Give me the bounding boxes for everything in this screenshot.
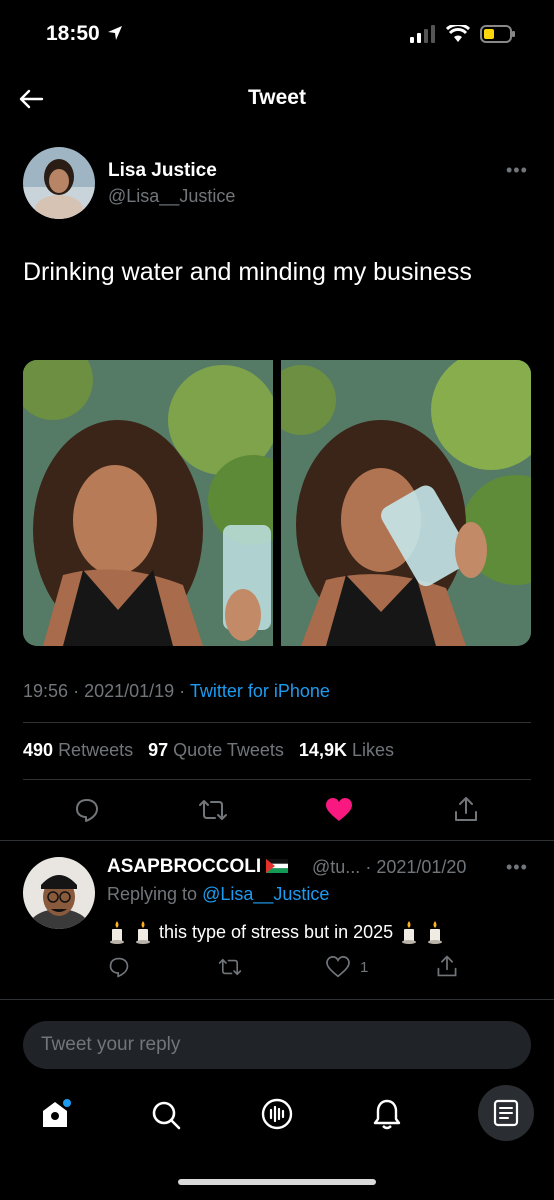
reply-more-icon[interactable]: ••• (506, 857, 528, 878)
divider (23, 722, 531, 723)
reply-avatar[interactable] (23, 857, 95, 929)
reply-share-icon[interactable] (435, 954, 459, 978)
quotes-stat[interactable]: 97 Quote Tweets (148, 740, 284, 760)
bell-icon[interactable] (371, 1097, 403, 1131)
reply-heart-icon[interactable] (326, 956, 350, 978)
retweets-stat[interactable]: 490 Retweets (23, 740, 133, 760)
tweet-text: Drinking water and minding my business (23, 258, 472, 286)
replying-to: Replying to @Lisa__Justice (107, 884, 330, 904)
tweet-photo-1[interactable] (23, 360, 273, 646)
reply-date: 2021/01/20 (376, 857, 467, 877)
author-handle[interactable]: @Lisa__Justice (108, 186, 235, 207)
home-indicator (178, 1179, 376, 1185)
signal-icon (410, 25, 435, 43)
reply-retweet-icon[interactable] (218, 956, 242, 978)
candle-icon (136, 921, 150, 944)
status-time: 18:50 (46, 22, 124, 46)
share-icon[interactable] (452, 795, 480, 823)
reply-author-name[interactable]: ASAPBROCCOLI (107, 856, 289, 878)
author-name[interactable]: Lisa Justice (108, 160, 217, 182)
replying-to-mention[interactable]: @Lisa__Justice (202, 884, 329, 904)
reply-icon[interactable] (74, 797, 100, 823)
search-icon[interactable] (150, 1099, 182, 1131)
likes-stat[interactable]: 14,9K Likes (299, 740, 394, 760)
status-icons (410, 24, 516, 44)
reply-like[interactable]: 1 (326, 956, 368, 978)
home-icon[interactable] (38, 1097, 72, 1131)
tweet-actions (0, 795, 554, 825)
battery-icon (480, 25, 515, 43)
tweet-photo-2[interactable] (281, 360, 531, 646)
bottom-nav (0, 1085, 554, 1141)
palestine-flag-icon (266, 859, 289, 873)
reply-text: this type of stress but in 2025 (107, 919, 445, 945)
messages-icon[interactable] (478, 1085, 534, 1141)
reply-meta: @tu... · 2021/01/20 (312, 857, 467, 877)
retweet-icon[interactable] (198, 797, 228, 823)
heart-icon[interactable] (325, 797, 353, 823)
reply-like-count: 1 (360, 958, 369, 976)
author-avatar[interactable] (23, 147, 95, 219)
candle-icon (402, 921, 417, 944)
more-icon[interactable]: ••• (506, 160, 528, 181)
divider (0, 840, 554, 841)
reply-input[interactable] (23, 1021, 529, 1069)
divider (23, 779, 531, 780)
tweet-meta: 19:56 · 2021/01/19 · Twitter for iPhone (23, 681, 330, 701)
reply-composer[interactable] (23, 1021, 531, 1069)
spaces-icon[interactable] (260, 1097, 294, 1131)
tweet-source[interactable]: Twitter for iPhone (190, 681, 330, 701)
tweet-time: 19:56 (23, 681, 69, 701)
location-arrow-icon (107, 26, 122, 40)
reply-author-handle[interactable]: @tu... (312, 857, 360, 877)
header-title: Tweet (248, 86, 306, 109)
candle-icon (110, 921, 124, 944)
candle-icon (428, 921, 443, 944)
reply-reply-icon[interactable] (108, 956, 130, 978)
divider (0, 999, 554, 1000)
tweet-stats: 490 Retweets 97 Quote Tweets 14,9K Likes (23, 740, 394, 761)
tweet-date: 2021/01/19 (84, 681, 175, 701)
wifi-icon (446, 25, 470, 42)
